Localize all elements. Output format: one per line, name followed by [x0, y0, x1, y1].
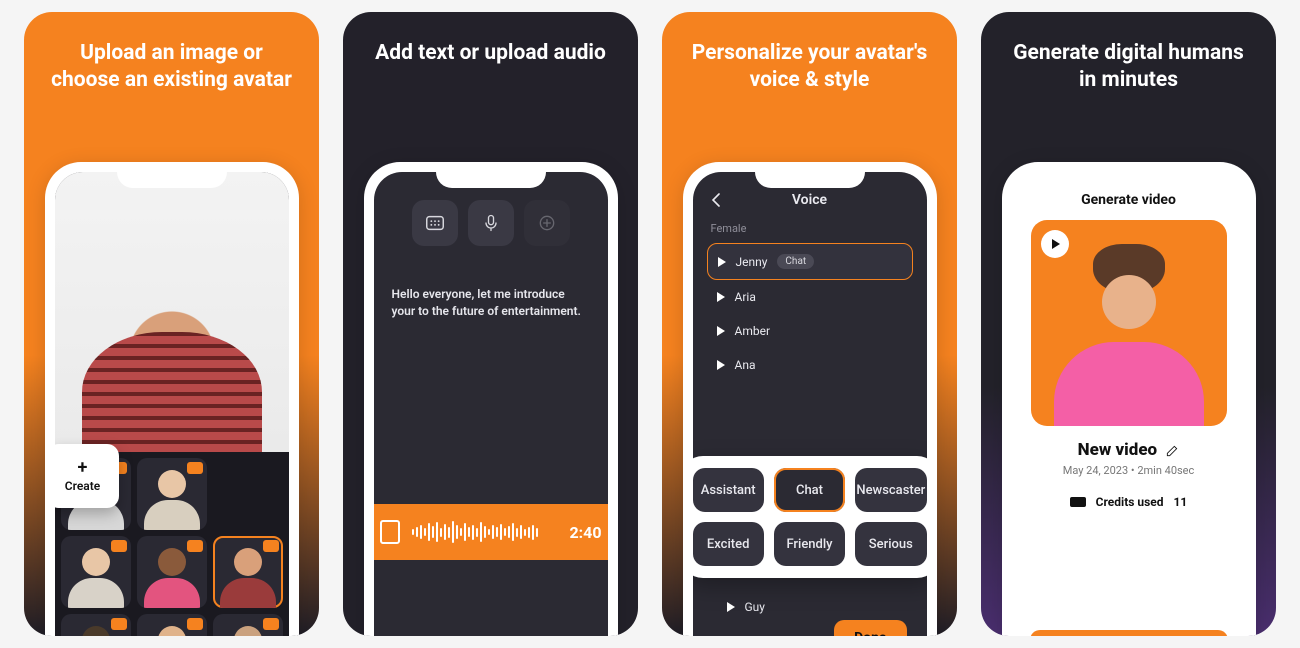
phone-mock: + Create	[45, 162, 299, 636]
generate-screen: Generate video New video May 24, 2023 • …	[1012, 172, 1246, 636]
audio-duration: 2:40	[569, 523, 601, 542]
avatar-tile[interactable]	[137, 458, 207, 530]
panel-title: Upload an image or choose an existing av…	[24, 12, 319, 105]
avatar-tile[interactable]	[61, 536, 131, 608]
avatar-picker-screen: + Create	[55, 172, 289, 636]
plus-icon: +	[78, 459, 88, 477]
script-text[interactable]: Hello everyone, let me introduce your to…	[388, 286, 594, 321]
done-button[interactable]: Done	[834, 620, 906, 636]
panel-add-text-audio: Add text or upload audio Hello everyone,…	[343, 12, 638, 636]
credits-row: Credits used 11	[1070, 495, 1188, 509]
style-option[interactable]: Friendly	[774, 522, 845, 566]
back-button[interactable]	[711, 193, 721, 207]
create-label: Create	[65, 479, 100, 493]
credits-icon	[1070, 497, 1086, 507]
premium-badge-icon	[187, 462, 203, 474]
premium-badge-icon	[111, 618, 127, 630]
voice-style-chip: Chat	[777, 254, 814, 269]
phone-mock: Hello everyone, let me introduce your to…	[364, 162, 618, 636]
premium-badge-icon	[111, 540, 127, 552]
video-preview[interactable]	[1031, 220, 1227, 426]
panel-generate: Generate digital humans in minutes Gener…	[981, 12, 1276, 636]
premium-badge-icon	[187, 540, 203, 552]
premium-badge-icon	[263, 618, 279, 630]
panel-title: Personalize your avatar's voice & style	[662, 12, 957, 105]
style-option-selected[interactable]: Chat	[774, 468, 845, 512]
avatar-tile-selected[interactable]	[213, 536, 283, 608]
play-icon	[727, 602, 735, 612]
voice-name: Ana	[735, 358, 756, 372]
microphone-icon	[481, 212, 501, 234]
panel-title: Generate digital humans in minutes	[981, 12, 1276, 105]
keyboard-mode-button[interactable]	[412, 200, 458, 246]
voice-header-title: Voice	[792, 192, 827, 208]
waveform-icon	[412, 521, 558, 543]
premium-badge-icon	[187, 618, 203, 630]
microphone-mode-button[interactable]	[468, 200, 514, 246]
voice-name: Davis	[745, 634, 774, 636]
section-label-female: Female	[711, 222, 913, 235]
create-avatar-button[interactable]: + Create	[55, 444, 119, 508]
chevron-left-icon	[711, 193, 721, 207]
style-option[interactable]: Serious	[855, 522, 926, 566]
phone-mock: Voice Female Jenny Chat Aria Amber	[683, 162, 937, 636]
style-picker-popup: Assistant Chat Newscaster Excited Friend…	[693, 456, 927, 578]
phone-mock: Generate video New video May 24, 2023 • …	[1002, 162, 1256, 636]
video-meta: May 24, 2023 • 2min 40sec	[1063, 464, 1195, 477]
voice-header: Voice	[707, 186, 913, 214]
credits-label: Credits used	[1096, 495, 1164, 509]
play-icon	[717, 326, 725, 336]
audio-screen: Hello everyone, let me introduce your to…	[374, 172, 608, 636]
voice-screen: Voice Female Jenny Chat Aria Amber	[693, 172, 927, 636]
female-voice-list: Jenny Chat Aria Amber Ana	[707, 243, 913, 382]
audio-clip-bar[interactable]: 2:40	[374, 504, 608, 560]
avatar-tile[interactable]	[137, 614, 207, 636]
voice-name: Amber	[735, 324, 771, 338]
voice-row[interactable]: Jenny Chat	[707, 243, 913, 280]
edit-icon	[1165, 444, 1179, 458]
style-option[interactable]: Assistant	[693, 468, 764, 512]
avatar-tile[interactable]	[213, 614, 283, 636]
upload-icon	[537, 213, 557, 233]
play-icon	[717, 360, 725, 370]
avatar-tile[interactable]	[137, 536, 207, 608]
voice-row[interactable]: Guy	[717, 590, 903, 624]
audio-file-icon	[380, 520, 400, 544]
style-option[interactable]: Newscaster	[855, 468, 926, 512]
voice-row[interactable]: Amber	[707, 314, 913, 348]
panel-voice-style: Personalize your avatar's voice & style …	[662, 12, 957, 636]
panel-title: Add text or upload audio	[343, 12, 638, 77]
voice-row[interactable]: Ana	[707, 348, 913, 382]
panel-upload-avatar: Upload an image or choose an existing av…	[24, 12, 319, 636]
keyboard-icon	[424, 212, 446, 234]
play-icon	[718, 257, 726, 267]
input-mode-row	[388, 200, 594, 246]
voice-row[interactable]: Aria	[707, 280, 913, 314]
avatar-tile[interactable]	[61, 614, 131, 636]
voice-name: Jenny	[736, 255, 768, 269]
play-icon	[717, 292, 725, 302]
style-option[interactable]: Excited	[693, 522, 764, 566]
selected-avatar-preview	[55, 172, 289, 452]
voice-name: Guy	[745, 600, 765, 614]
voice-name: Aria	[735, 290, 756, 304]
video-name[interactable]: New video	[1078, 440, 1180, 460]
premium-badge-icon	[263, 540, 279, 552]
upload-mode-button[interactable]	[524, 200, 570, 246]
generate-header: Generate video	[1081, 192, 1176, 208]
play-button[interactable]	[1041, 230, 1069, 258]
generate-button[interactable]: Generate	[1030, 630, 1228, 636]
credits-value: 11	[1174, 495, 1188, 509]
